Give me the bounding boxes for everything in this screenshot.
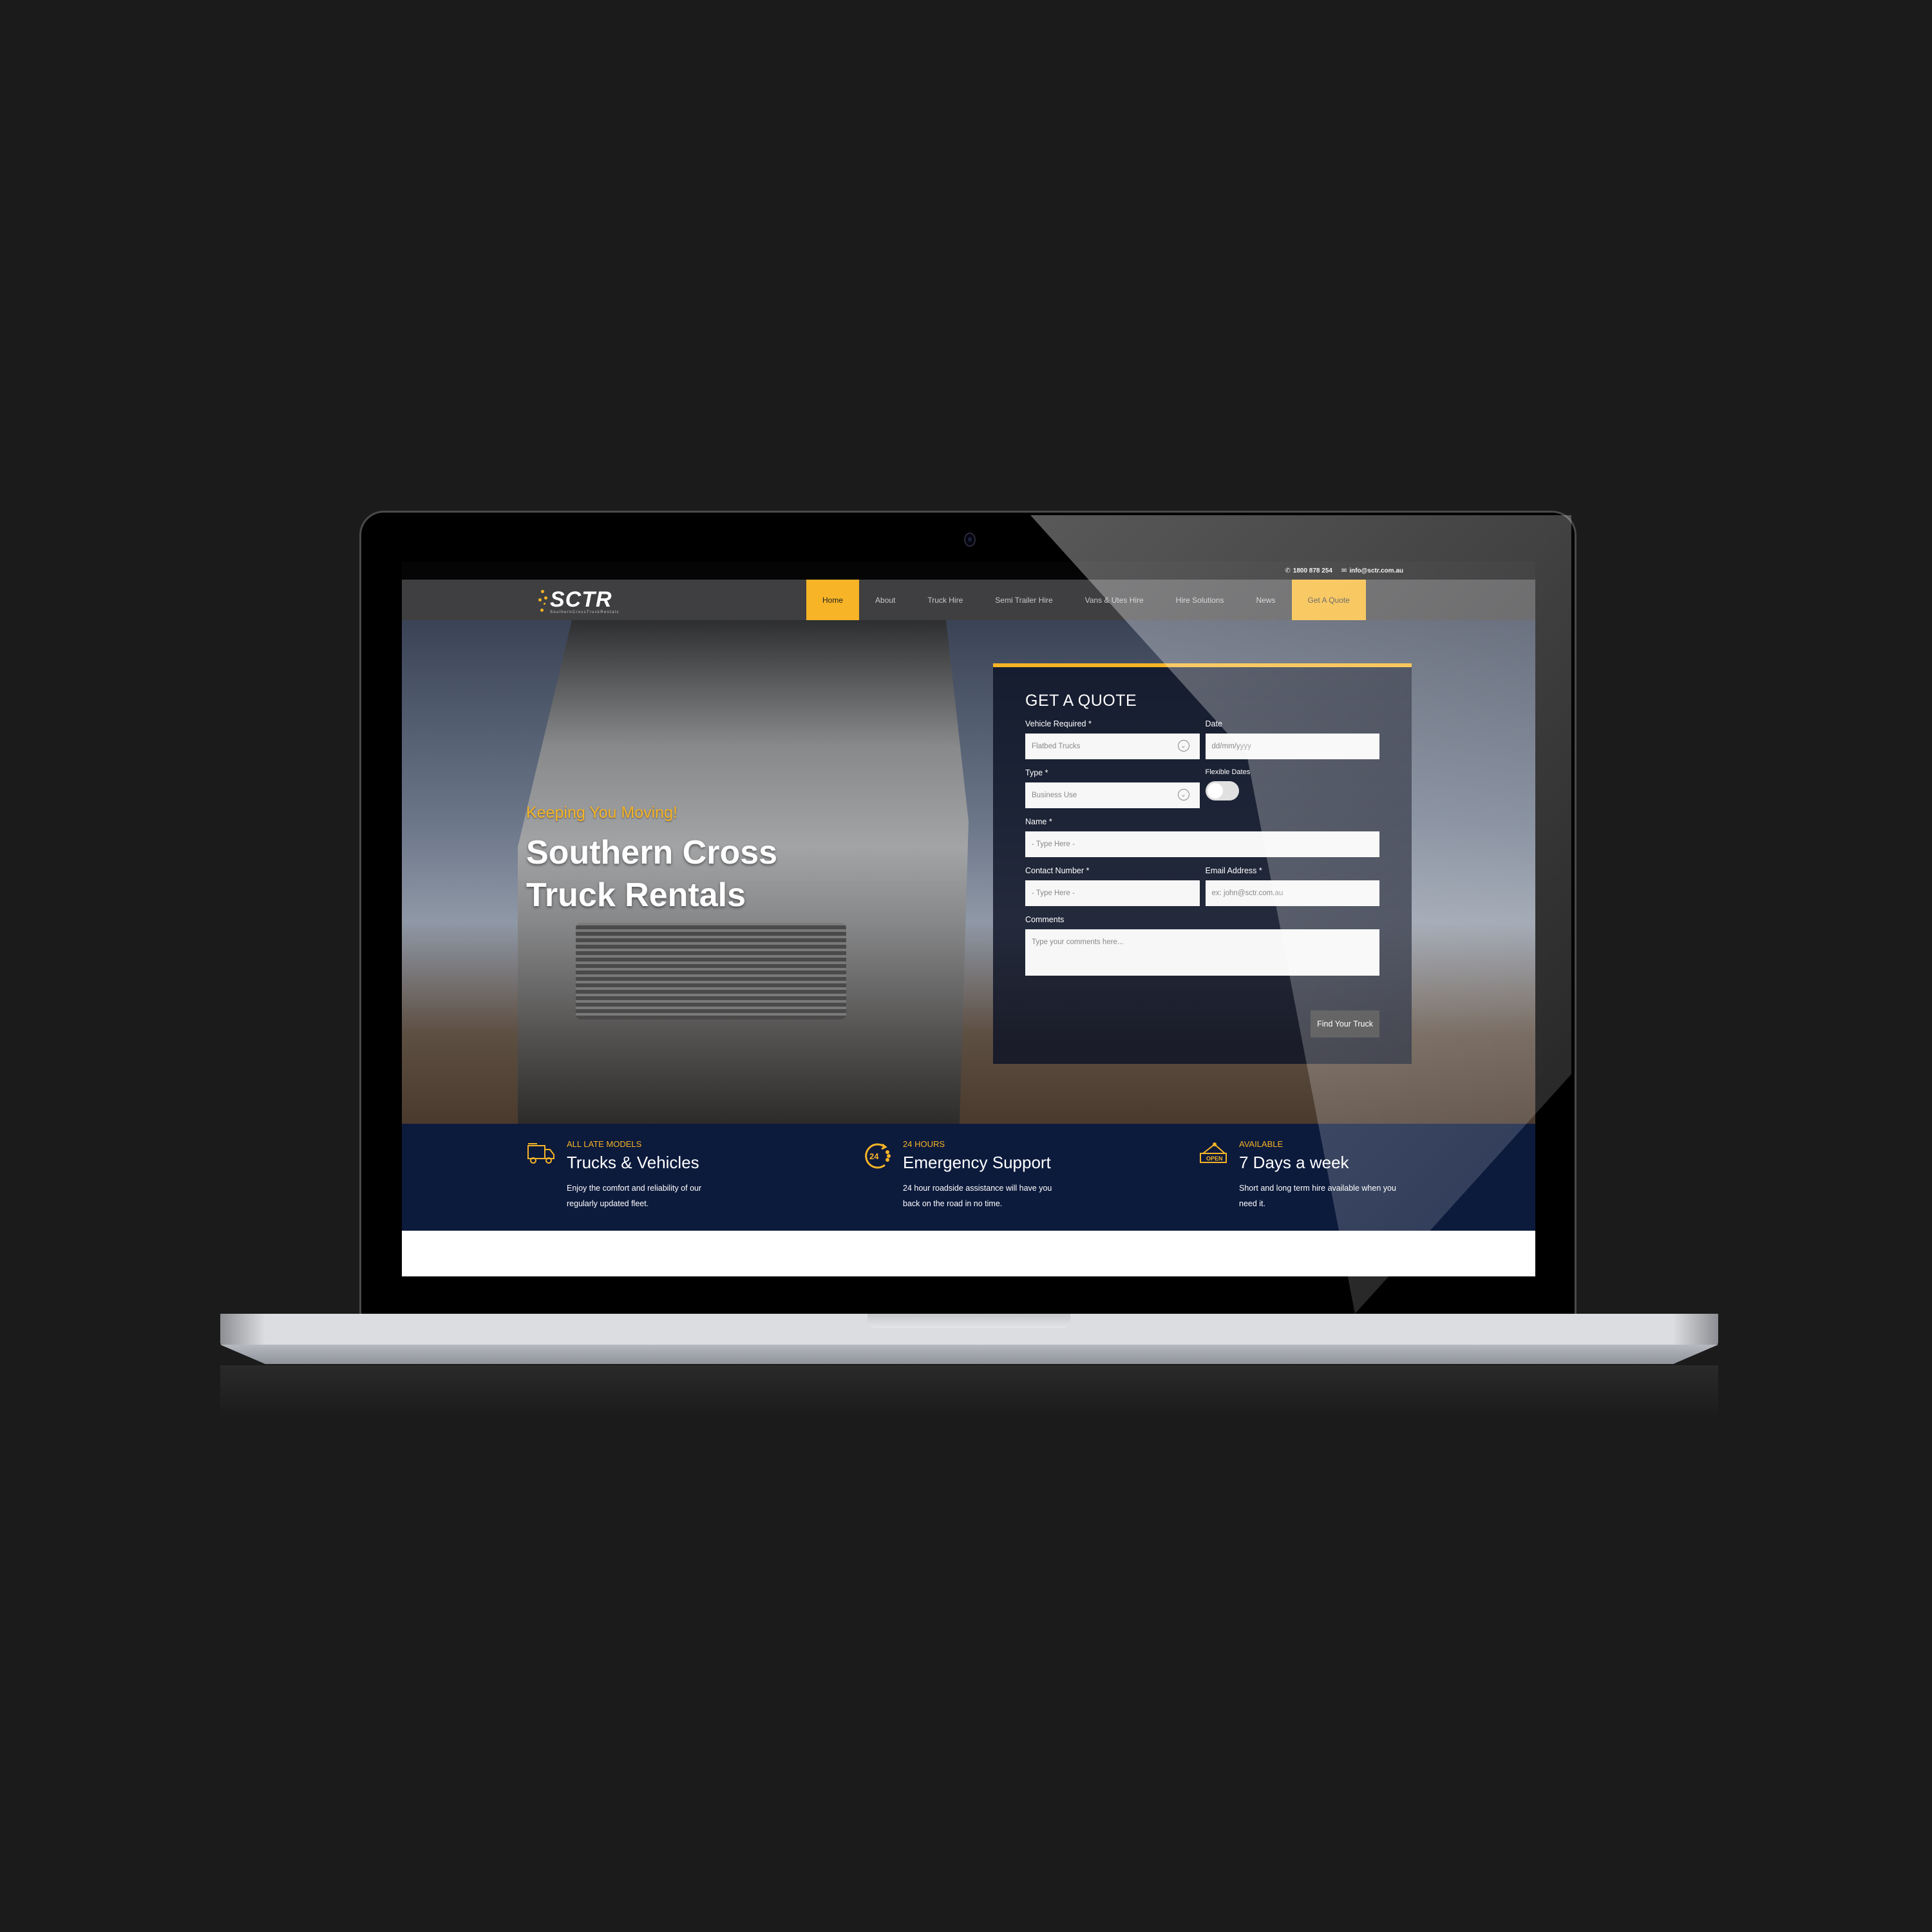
date-label: Date (1205, 719, 1222, 728)
vehicle-label: Vehicle Required * (1025, 719, 1092, 728)
logo-subtitle: SouthernCrossTruckRentals (550, 611, 620, 614)
vehicle-select[interactable]: Flatbed Trucks ⌄ (1025, 734, 1200, 759)
email-placeholder: ex: john@sctr.com.au (1211, 889, 1283, 897)
flexible-dates-label: Flexible Dates (1205, 768, 1251, 776)
type-label: Type * (1025, 768, 1048, 777)
comments-label: Comments (1025, 915, 1065, 924)
hero-section: Keeping You Moving! Southern Cross Truck… (402, 620, 1535, 1124)
name-label: Name * (1025, 817, 1052, 826)
feature-heading: Trucks & Vehicles (567, 1153, 699, 1172)
star-icon (538, 598, 542, 601)
find-your-truck-button[interactable]: Find Your Truck (1311, 1010, 1379, 1037)
star-icon (540, 609, 544, 612)
feature-description: Enjoy the comfort and reliability of our… (567, 1184, 702, 1208)
vehicle-select-value: Flatbed Trucks (1032, 743, 1081, 750)
feature-kicker: 24 HOURS (903, 1139, 945, 1149)
logo-wordmark: SCTR (550, 587, 612, 612)
laptop-base-edge (220, 1345, 1718, 1364)
email-link[interactable]: ✉ info@sctr.com.au (1341, 567, 1403, 574)
phone-icon: ✆ (1285, 567, 1291, 574)
phone-number: 1800 878 254 (1293, 567, 1332, 574)
nav-item-home[interactable]: Home (806, 580, 860, 620)
envelope-icon: ✉ (1341, 567, 1347, 574)
svg-text:OPEN: OPEN (1206, 1155, 1223, 1162)
contact-topbar: ✆ 1800 878 254 ✉ info@sctr.com.au (402, 562, 1535, 580)
feature-item: OPEN AVAILABLE 7 Days a week Short and l… (1199, 1124, 1535, 1231)
truck-grille (576, 923, 846, 1019)
type-select[interactable]: Business Use ⌄ (1025, 782, 1200, 808)
date-input[interactable]: dd/mm/yyyy (1205, 734, 1379, 759)
nav-menu: Home About Truck Hire Semi Trailer Hire … (806, 580, 1366, 620)
chevron-down-icon: ⌄ (1177, 740, 1189, 752)
star-icon (541, 590, 544, 593)
name-input[interactable]: - Type Here - (1025, 831, 1379, 857)
feature-heading: Emergency Support (903, 1153, 1051, 1172)
type-select-value: Business Use (1032, 791, 1077, 799)
laptop-reflection (220, 1365, 1718, 1417)
star-icon (544, 596, 547, 600)
hero-title-line-2: Truck Rentals (526, 876, 746, 914)
hero-tagline: Keeping You Moving! (526, 804, 677, 822)
truck-icon (527, 1142, 555, 1168)
quote-form-heading: GET A QUOTE (1025, 692, 1137, 710)
email-address: info@sctr.com.au (1349, 567, 1403, 574)
feature-item: ALL LATE MODELS Trucks & Vehicles Enjoy … (527, 1124, 863, 1231)
date-placeholder: dd/mm/yyyy (1211, 743, 1251, 750)
nav-item-hire-solutions[interactable]: Hire Solutions (1160, 580, 1240, 620)
nav-item-semi-trailer-hire[interactable]: Semi Trailer Hire (979, 580, 1068, 620)
chevron-down-icon: ⌄ (1177, 789, 1189, 800)
email-input[interactable]: ex: john@sctr.com.au (1205, 880, 1379, 906)
contact-label: Contact Number * (1025, 866, 1090, 875)
open-sign-icon: OPEN (1199, 1142, 1227, 1168)
phone-link[interactable]: ✆ 1800 878 254 (1285, 567, 1332, 574)
nav-item-news[interactable]: News (1240, 580, 1291, 620)
nav-item-vans-utes-hire[interactable]: Vans & Utes Hire (1069, 580, 1160, 620)
camera-icon (964, 533, 976, 547)
feature-item: 24 24 HOURS Emergency Support 24 hour ro… (863, 1124, 1199, 1231)
feature-kicker: ALL LATE MODELS (567, 1139, 642, 1149)
contact-placeholder: - Type Here - (1032, 889, 1075, 897)
comments-placeholder: Type your comments here... (1032, 938, 1124, 946)
comments-textarea[interactable]: Type your comments here... (1025, 929, 1379, 976)
svg-text:24: 24 (869, 1151, 879, 1161)
nav-item-about[interactable]: About (859, 580, 911, 620)
email-label: Email Address * (1205, 866, 1262, 875)
main-nav: SCTR SouthernCrossTruckRentals Home Abou… (402, 580, 1535, 620)
name-placeholder: - Type Here - (1032, 840, 1075, 848)
quote-form: GET A QUOTE Vehicle Required * Flatbed T… (993, 663, 1412, 1064)
hero-title: Southern Cross Truck Rentals (526, 831, 777, 916)
hero-title-line-1: Southern Cross (526, 834, 778, 871)
laptop-screen: ✆ 1800 878 254 ✉ info@sctr.com.au SCTR S… (402, 562, 1535, 1276)
logo[interactable]: SCTR SouthernCrossTruckRentals (538, 587, 667, 616)
nav-item-truck-hire[interactable]: Truck Hire (911, 580, 979, 620)
24-hours-icon: 24 (863, 1142, 891, 1169)
feature-description: Short and long term hire available when … (1239, 1184, 1396, 1208)
feature-description: 24 hour roadside assistance will have yo… (903, 1184, 1052, 1208)
feature-heading: 7 Days a week (1239, 1153, 1349, 1172)
laptop-notch (867, 1314, 1070, 1328)
contact-input[interactable]: - Type Here - (1025, 880, 1200, 906)
nav-item-get-a-quote[interactable]: Get A Quote (1291, 580, 1366, 620)
star-icon (544, 603, 545, 605)
feature-kicker: AVAILABLE (1239, 1139, 1283, 1149)
hero-text: Keeping You Moving! Southern Cross Truck… (526, 804, 777, 916)
flexible-dates-toggle[interactable] (1205, 781, 1239, 800)
features-strip: ALL LATE MODELS Trucks & Vehicles Enjoy … (402, 1124, 1535, 1231)
